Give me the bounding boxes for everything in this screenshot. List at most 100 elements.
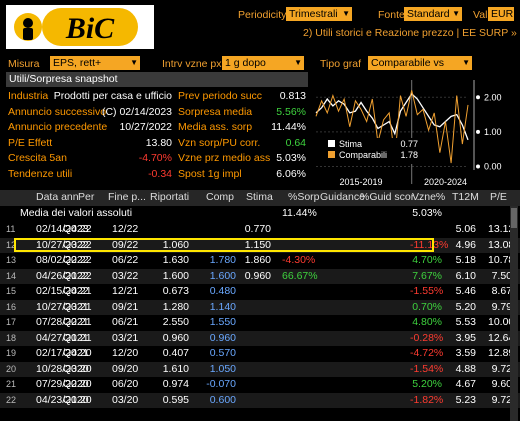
snapshot-label: Spost 1g impl xyxy=(178,167,242,180)
snapshot-value: 0.813 xyxy=(279,90,306,102)
scrollbar-thumb[interactable] xyxy=(511,208,517,228)
table-row[interactable]: 20 10/28/2020 Q3 20 09/20 1.610 1.050 -1.54% 4.… xyxy=(0,361,520,377)
cell-t12m: 3.95 xyxy=(455,331,476,344)
column-header[interactable]: %Sorp xyxy=(288,191,320,203)
cell-fine: 03/20 xyxy=(112,393,139,406)
cell-vzne: -1.54% xyxy=(410,362,444,375)
snapshot-value: -0.34 xyxy=(148,167,172,180)
cell-vzne: -4.72% xyxy=(410,347,444,359)
table-row[interactable]: 11 02/14/2023 Q4 22 12/22 0.770 5.06 13.12 xyxy=(0,222,520,238)
cell-fine: 12/21 xyxy=(112,285,139,297)
average-sorp: 11.44% xyxy=(282,207,317,219)
measure-label: Misura xyxy=(8,58,40,70)
cell-pe: 7.50 xyxy=(491,269,512,282)
table-row[interactable]: 22 04/23/2020 Q1 20 03/20 0.595 0.600 -1.82% 5.… xyxy=(0,392,520,408)
column-header[interactable]: Guidance xyxy=(320,191,365,203)
cell-comp: 0.570 xyxy=(209,347,236,359)
cell-t12m: 5.06 xyxy=(455,223,476,235)
chart-xlabel: 2020-2024 xyxy=(424,177,467,187)
legend-swatch xyxy=(328,151,335,158)
cell-vzne: 7.67% xyxy=(412,269,442,282)
measure-value: EPS, rett+ xyxy=(53,57,102,69)
table-row[interactable]: 17 07/28/2021 Q2 21 06/21 2.550 1.550 4.80% 5.5… xyxy=(0,315,520,331)
chart-tick-mark xyxy=(476,95,480,100)
snapshot-label: Vzn sorp/PU corr. xyxy=(178,136,261,149)
cell-rip: 0.673 xyxy=(162,285,189,297)
history-link[interactable]: 2) Utili storici e Reazione prezzo | EE … xyxy=(303,27,517,39)
table-row[interactable]: 19 02/17/2021 Q4 20 12/20 0.407 0.570 -4.72% 3.… xyxy=(0,346,520,362)
cell-per: Q3 20 xyxy=(63,362,92,375)
cell-fine: 06/20 xyxy=(112,378,139,390)
column-header[interactable]: Comp xyxy=(206,191,234,203)
snapshot-value: 13.80 xyxy=(145,136,172,149)
periodicity-value: Trimestrali xyxy=(289,8,338,20)
interval-dropdown[interactable]: 1 g dopo ▼ xyxy=(222,56,304,70)
cell-t12m: 4.67 xyxy=(455,378,476,390)
cell-per: Q4 20 xyxy=(63,347,92,359)
cell-per: Q1 21 xyxy=(63,331,92,344)
snapshot-label: Annuncio precedente xyxy=(8,121,108,133)
cell-t12m: 4.88 xyxy=(455,362,476,375)
column-header[interactable]: Per xyxy=(78,191,94,203)
snapshot-value: 5.03% xyxy=(276,152,306,164)
cell-pe: 10.78 xyxy=(488,254,515,266)
column-header[interactable]: Riportati xyxy=(150,191,189,203)
snapshot-label: Vzne prz medio ass xyxy=(178,152,271,164)
earnings-chart: 2.00 1.00 0.00 Stima 0.77 Comparabili 1.78 2015… xyxy=(312,72,518,188)
table-row[interactable]: 15 02/15/2022 Q4 21 12/21 0.673 0.480 -1.55% 5.… xyxy=(0,284,520,300)
cell-fine: 09/21 xyxy=(112,300,139,313)
cell-t12m: 4.96 xyxy=(455,238,476,251)
cell-stima: 1.860 xyxy=(244,254,271,266)
cell-comp: 1.140 xyxy=(209,300,236,313)
cell-fine: 03/21 xyxy=(112,331,139,344)
cell-per: Q2 21 xyxy=(63,316,92,328)
snapshot-title: Utili/Sorpresa snapshot xyxy=(9,73,118,85)
snapshot-value: Prodotti per casa e ufficio xyxy=(53,90,172,102)
column-header[interactable]: T12M xyxy=(452,191,479,203)
column-header[interactable]: Vzne% xyxy=(412,191,445,203)
chart-type-dropdown[interactable]: Comparabile vs stima ▼ xyxy=(368,56,472,83)
cell-pe: 13.12 xyxy=(488,223,515,235)
cell-comp: 1.050 xyxy=(209,362,236,375)
cell-vzne: -1.55% xyxy=(410,285,444,297)
cell-vzne: 4.70% xyxy=(412,254,442,266)
column-header[interactable]: Stima xyxy=(246,191,273,203)
table-row[interactable]: 18 04/27/2021 Q1 21 03/21 0.960 0.960 -0.28% 3.… xyxy=(0,330,520,346)
cell-sorp: 66.67% xyxy=(282,269,318,282)
snapshot-value: 11.44% xyxy=(271,121,306,133)
column-header[interactable]: P/E xyxy=(490,191,507,203)
snapshot-label: Sorpresa media xyxy=(178,105,253,118)
chart-type-label: Tipo graf xyxy=(320,58,362,70)
cell-rip: 0.974 xyxy=(162,378,189,390)
legend-value: 0.77 xyxy=(400,139,418,149)
cell-fine: 12/22 xyxy=(112,223,139,235)
legend-label: Comparabili xyxy=(339,150,387,160)
table-row[interactable]: 16 10/27/2021 Q3 21 09/21 1.280 1.140 0.70% 5.2… xyxy=(0,299,520,315)
table-row[interactable]: 21 07/29/2020 Q2 20 06/20 0.974 -0.070 5.20% 4.… xyxy=(0,377,520,393)
currency-label: Val xyxy=(473,9,488,21)
cell-per: Q2 20 xyxy=(63,378,92,390)
cell-comp: 1.780 xyxy=(209,254,236,266)
column-header[interactable]: Fine p... xyxy=(108,191,146,203)
cell-vzne: -1.82% xyxy=(410,393,444,406)
chevron-down-icon: ▼ xyxy=(452,9,460,18)
table-row[interactable]: 14 04/26/2022 Q1 22 03/22 1.600 1.600 0.960 66.… xyxy=(0,268,520,284)
snapshot-label: Industria xyxy=(8,90,49,102)
cell-rip: 2.550 xyxy=(162,316,189,328)
interval-label: Intrv vzne px xyxy=(162,58,222,70)
chart-tick-mark xyxy=(476,129,480,134)
currency-value: EUR xyxy=(491,8,514,20)
source-dropdown[interactable]: Standard ▼ xyxy=(404,7,462,21)
table-row[interactable]: 13 08/02/2022 Q2 22 06/22 1.630 1.780 1.860 -4.… xyxy=(0,253,520,269)
table-header: Data ann Per Fine p... Riportati Comp Stima %S… xyxy=(0,190,520,206)
chart-ytick-label: 1.00 xyxy=(484,127,502,137)
measure-dropdown[interactable]: EPS, rett+ ▼ xyxy=(50,56,140,70)
snapshot-value: 5.56% xyxy=(276,105,306,118)
chart-tick-mark xyxy=(476,164,480,169)
table-scrollbar[interactable] xyxy=(510,206,518,421)
currency-dropdown[interactable]: EUR xyxy=(488,7,514,21)
periodicity-dropdown[interactable]: Trimestrali ▼ xyxy=(286,7,352,21)
logo-text: BiC xyxy=(65,12,115,45)
row-number: 20 xyxy=(6,363,17,374)
column-header[interactable]: Data ann xyxy=(36,191,79,203)
